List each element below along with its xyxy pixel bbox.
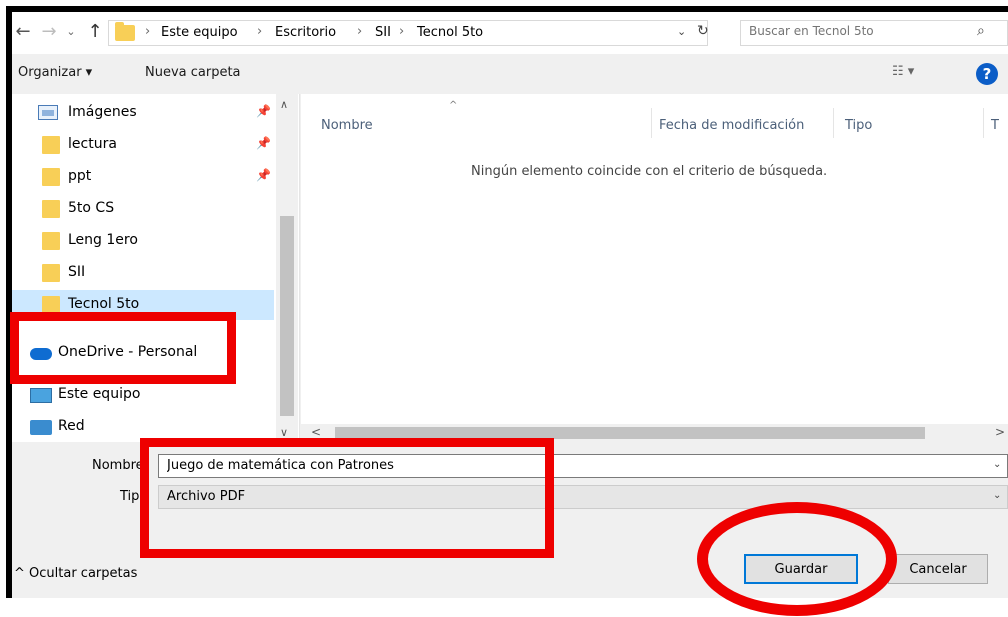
toolbar: Organizar ▾ Nueva carpeta ☷ ▾ ? (12, 54, 1008, 94)
sidebar-item-label: 5to CS (68, 200, 115, 216)
pin-icon[interactable]: 📌 (256, 104, 271, 118)
sidebar-item-sii[interactable]: SII (12, 258, 274, 288)
sidebar-item-lectura[interactable]: lectura 📌 (12, 130, 274, 160)
column-header-nombre[interactable]: Nombre (321, 118, 373, 133)
sidebar-item-5to-cs[interactable]: 5to CS (12, 194, 274, 224)
scroll-up-icon[interactable]: ∧ (280, 98, 288, 111)
breadcrumb-separator: › (257, 24, 263, 39)
column-header-tamano[interactable]: T (991, 118, 999, 133)
sidebar-item-label: Red (58, 418, 85, 434)
address-row: ← → ⌄ ↑ › Este equipo › Escritorio › SII… (12, 12, 1008, 54)
sidebar-item-label: Tecnol 5to (68, 296, 140, 312)
scroll-left-icon[interactable]: < (311, 425, 321, 439)
help-icon[interactable]: ? (976, 63, 998, 85)
breadcrumb-separator: › (145, 24, 151, 39)
sidebar-item-label: lectura (68, 136, 117, 152)
column-header-fecha[interactable]: Fecha de modificación (659, 118, 804, 133)
search-input[interactable] (749, 24, 969, 38)
breadcrumb-separator: › (357, 24, 363, 39)
breadcrumb-tecnol-5to[interactable]: Tecnol 5to (417, 25, 483, 40)
folder-icon (42, 200, 60, 218)
search-box[interactable]: ⌕ (740, 20, 1008, 46)
back-arrow-icon[interactable]: ← (12, 20, 34, 44)
annotation-highlight-filename (140, 438, 554, 558)
folder-icon (42, 232, 60, 250)
chevron-down-icon[interactable]: ⌄ (993, 490, 1001, 501)
scrollbar-thumb[interactable] (280, 216, 294, 416)
navigation-pane: Imágenes 📌 lectura 📌 ppt 📌 5to CS Leng 1… (12, 94, 300, 442)
recent-locations-chevron-icon[interactable]: ⌄ (60, 20, 82, 44)
filename-label: Nombre (92, 458, 144, 473)
sidebar-scrollbar[interactable]: ∧ ∨ (276, 94, 298, 442)
file-list: ^ Nombre Fecha de modificación Tipo T Ni… (301, 94, 1008, 442)
folder-icon (42, 168, 60, 186)
forward-arrow-icon[interactable]: → (38, 20, 60, 44)
pin-icon[interactable]: 📌 (256, 136, 271, 150)
column-header-tipo[interactable]: Tipo (845, 118, 872, 133)
annotation-highlight-onedrive (10, 312, 236, 384)
annotation-circle-save (697, 502, 897, 616)
sidebar-item-label: SII (68, 264, 86, 280)
sidebar-item-label: Leng 1ero (68, 232, 138, 248)
sort-ascending-icon: ^ (449, 100, 458, 111)
search-icon[interactable]: ⌕ (977, 23, 985, 39)
up-arrow-icon[interactable]: ↑ (84, 20, 106, 44)
breadcrumb-este-equipo[interactable]: Este equipo (161, 25, 238, 40)
breadcrumb-escritorio[interactable]: Escritorio (275, 25, 336, 40)
hide-folders-button[interactable]: ^ Ocultar carpetas (14, 566, 137, 581)
pictures-icon (38, 105, 58, 120)
sidebar-item-leng-1ero[interactable]: Leng 1ero (12, 226, 274, 256)
address-dropdown-icon[interactable]: ⌄ (677, 25, 686, 38)
sidebar-item-label: ppt (68, 168, 92, 184)
sidebar-item-ppt[interactable]: ppt 📌 (12, 162, 274, 192)
breadcrumb-sii[interactable]: SII (375, 25, 391, 40)
refresh-icon[interactable]: ↻ (697, 23, 709, 39)
empty-results-message: Ningún elemento coincide con el criterio… (471, 164, 828, 179)
column-divider[interactable] (651, 108, 652, 138)
column-divider[interactable] (983, 108, 984, 138)
sidebar-item-label: Este equipo (58, 386, 141, 402)
new-folder-button[interactable]: Nueva carpeta (145, 65, 241, 80)
cancel-button[interactable]: Cancelar (888, 554, 988, 584)
folder-icon (42, 136, 60, 154)
organize-button[interactable]: Organizar ▾ (18, 65, 92, 80)
folder-icon (115, 22, 135, 41)
sidebar-item-label: Imágenes (68, 104, 137, 120)
pin-icon[interactable]: 📌 (256, 168, 271, 182)
breadcrumb-separator: › (399, 24, 405, 39)
address-bar[interactable]: › Este equipo › Escritorio › SII › Tecno… (108, 20, 709, 46)
view-options-icon[interactable]: ☷ ▾ (892, 64, 914, 79)
sidebar-item-imagenes[interactable]: Imágenes 📌 (12, 98, 274, 128)
scroll-right-icon[interactable]: > (995, 425, 1005, 439)
chevron-down-icon[interactable]: ⌄ (993, 459, 1001, 470)
folder-icon (42, 264, 60, 282)
sidebar-item-este-equipo[interactable]: Este equipo (12, 380, 274, 410)
this-pc-icon (30, 388, 52, 403)
column-divider[interactable] (833, 108, 834, 138)
network-icon (30, 420, 52, 435)
